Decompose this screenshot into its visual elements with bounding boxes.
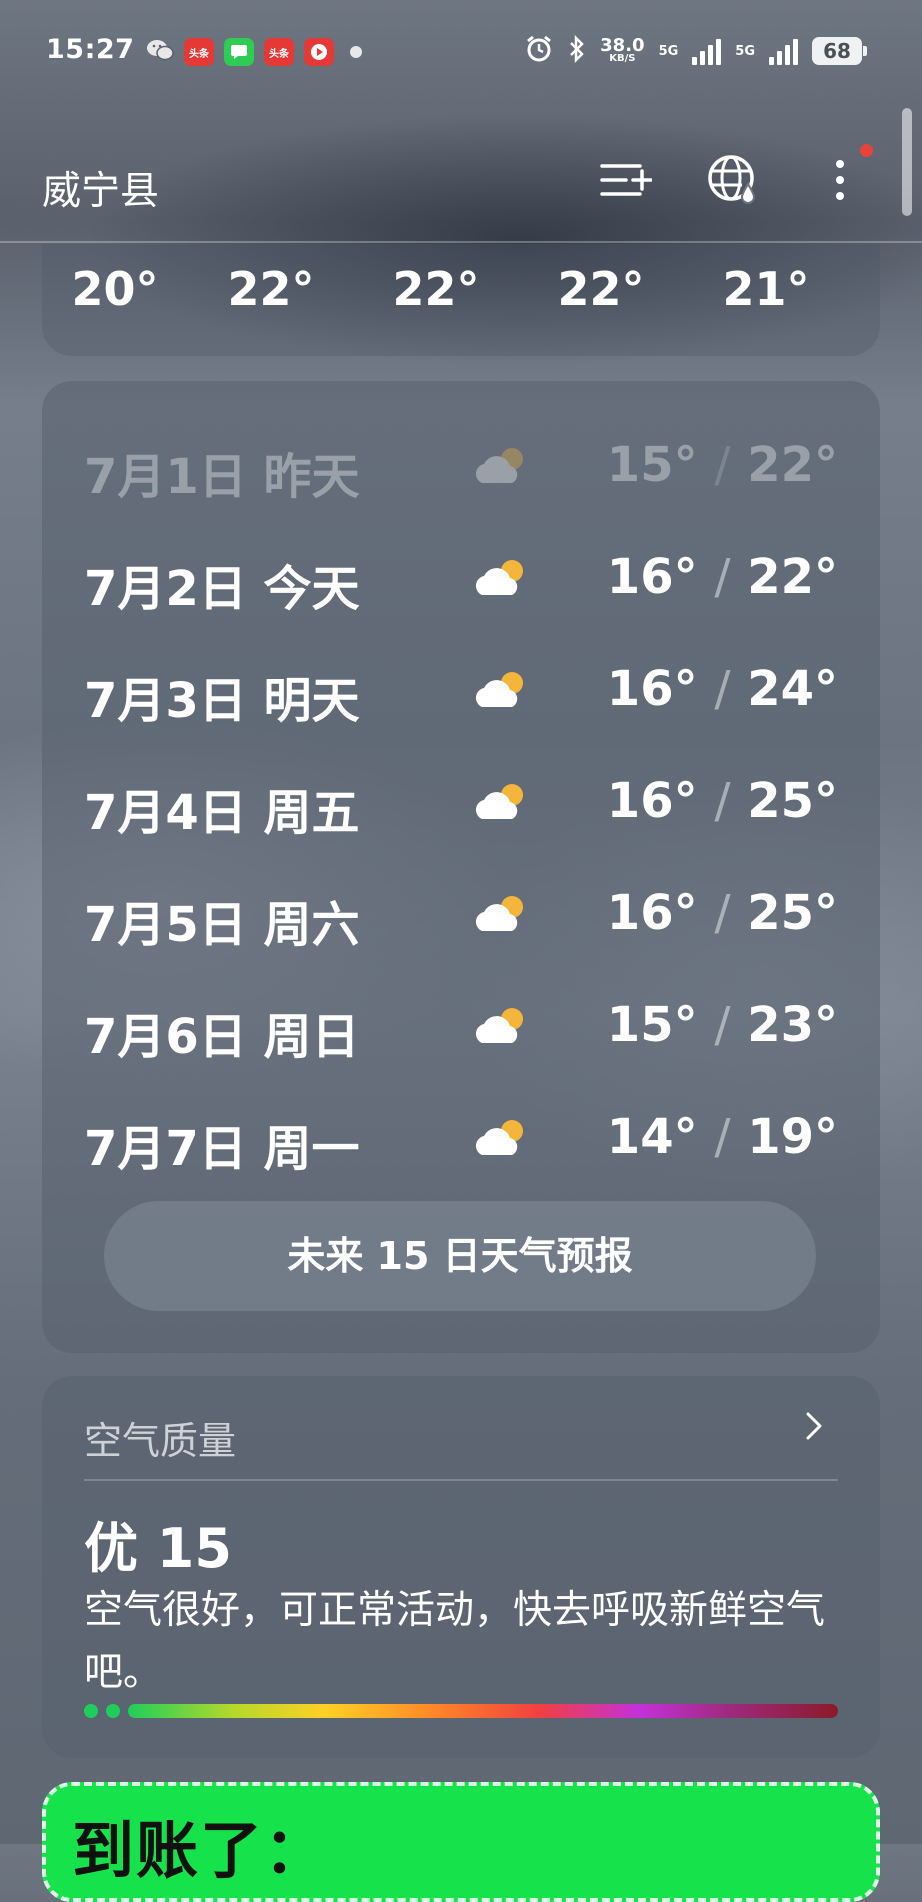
partly-cloudy-icon (470, 1003, 530, 1047)
app-header: 威宁县 (0, 130, 922, 230)
status-right: 38.0 KB/S 5G 5G 68 (524, 34, 867, 68)
header-divider (0, 241, 922, 243)
city-name[interactable]: 威宁县 (42, 160, 159, 216)
forecast-date: 7月5日 周六 (84, 897, 360, 953)
partly-cloudy-icon (470, 779, 530, 823)
forecast-temp-range: 15° / 23° (606, 997, 838, 1053)
air-quality-description: 空气很好，可正常活动，快去呼吸新鲜空气吧。 (84, 1588, 826, 1695)
partly-cloudy-icon (470, 891, 530, 935)
air-quality-scale (84, 1704, 838, 1718)
status-bar: 15:27 头条 头条 38.0 KB/S 5G 5G 68 (0, 0, 922, 100)
promo-text: 到账了： (72, 1814, 329, 1887)
forecast-temp-range: 16° / 24° (606, 661, 838, 717)
partly-cloudy-icon (470, 555, 530, 599)
toutiao-icon: 头条 (184, 38, 214, 66)
alarm-icon (524, 34, 554, 68)
forecast-temp-range: 16° / 22° (606, 549, 838, 605)
forecast-date: 7月3日 明天 (84, 673, 360, 729)
bluetooth-icon (568, 34, 586, 67)
wechat-icon (146, 38, 174, 66)
more-vertical-icon[interactable] (812, 152, 868, 208)
signal-label-2: 5G (735, 43, 755, 59)
partly-cloudy-icon (470, 443, 530, 487)
toutiao-lite-icon: 头条 (264, 38, 294, 66)
air-quality-value: 优 15 (84, 1517, 232, 1580)
air-quality-divider (84, 1479, 838, 1481)
network-speed: 38.0 KB/S (600, 35, 645, 64)
air-quality-title: 空气质量 (84, 1419, 237, 1463)
chevron-right-icon[interactable] (802, 1406, 828, 1446)
forecast-row[interactable]: 7月7日 周一 14° / 19° (42, 1097, 880, 1177)
video-app-icon (304, 38, 334, 66)
battery-icon: 68 (812, 37, 867, 65)
aqi-indicator-dot (106, 1704, 120, 1718)
promo-banner[interactable]: 到账了： (42, 1782, 880, 1902)
forecast-date: 7月7日 周一 (84, 1121, 360, 1177)
forecast-row[interactable]: 7月3日 明天 16° / 24° (42, 649, 880, 729)
hourly-temp: 20° (71, 262, 159, 316)
aqi-indicator-dot (84, 1704, 98, 1718)
forecast-row[interactable]: 7月4日 周五 16° / 25° (42, 761, 880, 841)
partly-cloudy-icon (470, 667, 530, 711)
forecast-temp-range: 15° / 22° (606, 437, 838, 493)
more-notifications-dot (350, 46, 362, 58)
forecast-temp-range: 14° / 19° (606, 1109, 838, 1165)
add-city-icon[interactable] (596, 152, 653, 208)
hourly-temp: 22° (557, 262, 645, 316)
forecast-temp-range: 16° / 25° (606, 773, 838, 829)
forecast-row[interactable]: 7月6日 周日 15° / 23° (42, 985, 880, 1065)
messages-icon (224, 38, 254, 66)
signal-bars-2-icon (769, 37, 798, 65)
fifteen-day-forecast-button[interactable]: 未来 15 日天气预报 (104, 1201, 816, 1311)
forecast-date: 7月1日 昨天 (84, 449, 360, 505)
forecast-row[interactable]: 7月5日 周六 16° / 25° (42, 873, 880, 953)
aqi-gradient-bar (128, 1704, 838, 1718)
hourly-temp: 21° (722, 262, 810, 316)
globe-weather-icon[interactable] (706, 152, 762, 208)
status-app-icons: 头条 头条 (146, 38, 362, 66)
hourly-temp: 22° (227, 262, 315, 316)
forecast-row[interactable]: 7月2日 今天 16° / 22° (42, 537, 880, 617)
status-time: 15:27 (46, 34, 135, 65)
daily-forecast-card: 7月1日 昨天 15° / 22° 7月2日 今天 16° / 22° 7月3日… (42, 381, 880, 1353)
forecast-date: 7月4日 周五 (84, 785, 360, 841)
signal-label-1: 5G (658, 43, 679, 59)
hourly-temp: 22° (392, 262, 480, 316)
forecast-date: 7月6日 周日 (84, 1009, 360, 1065)
partly-cloudy-icon (470, 1115, 530, 1159)
forecast-date: 7月2日 今天 (84, 561, 360, 617)
air-quality-card[interactable]: 空气质量 优 15 空气很好，可正常活动，快去呼吸新鲜空气吧。 (42, 1376, 880, 1758)
notification-dot (860, 144, 873, 157)
signal-bars-1-icon (692, 37, 722, 65)
forecast-temp-range: 16° / 25° (606, 885, 838, 941)
forecast-row[interactable]: 7月1日 昨天 15° / 22° (42, 425, 880, 505)
